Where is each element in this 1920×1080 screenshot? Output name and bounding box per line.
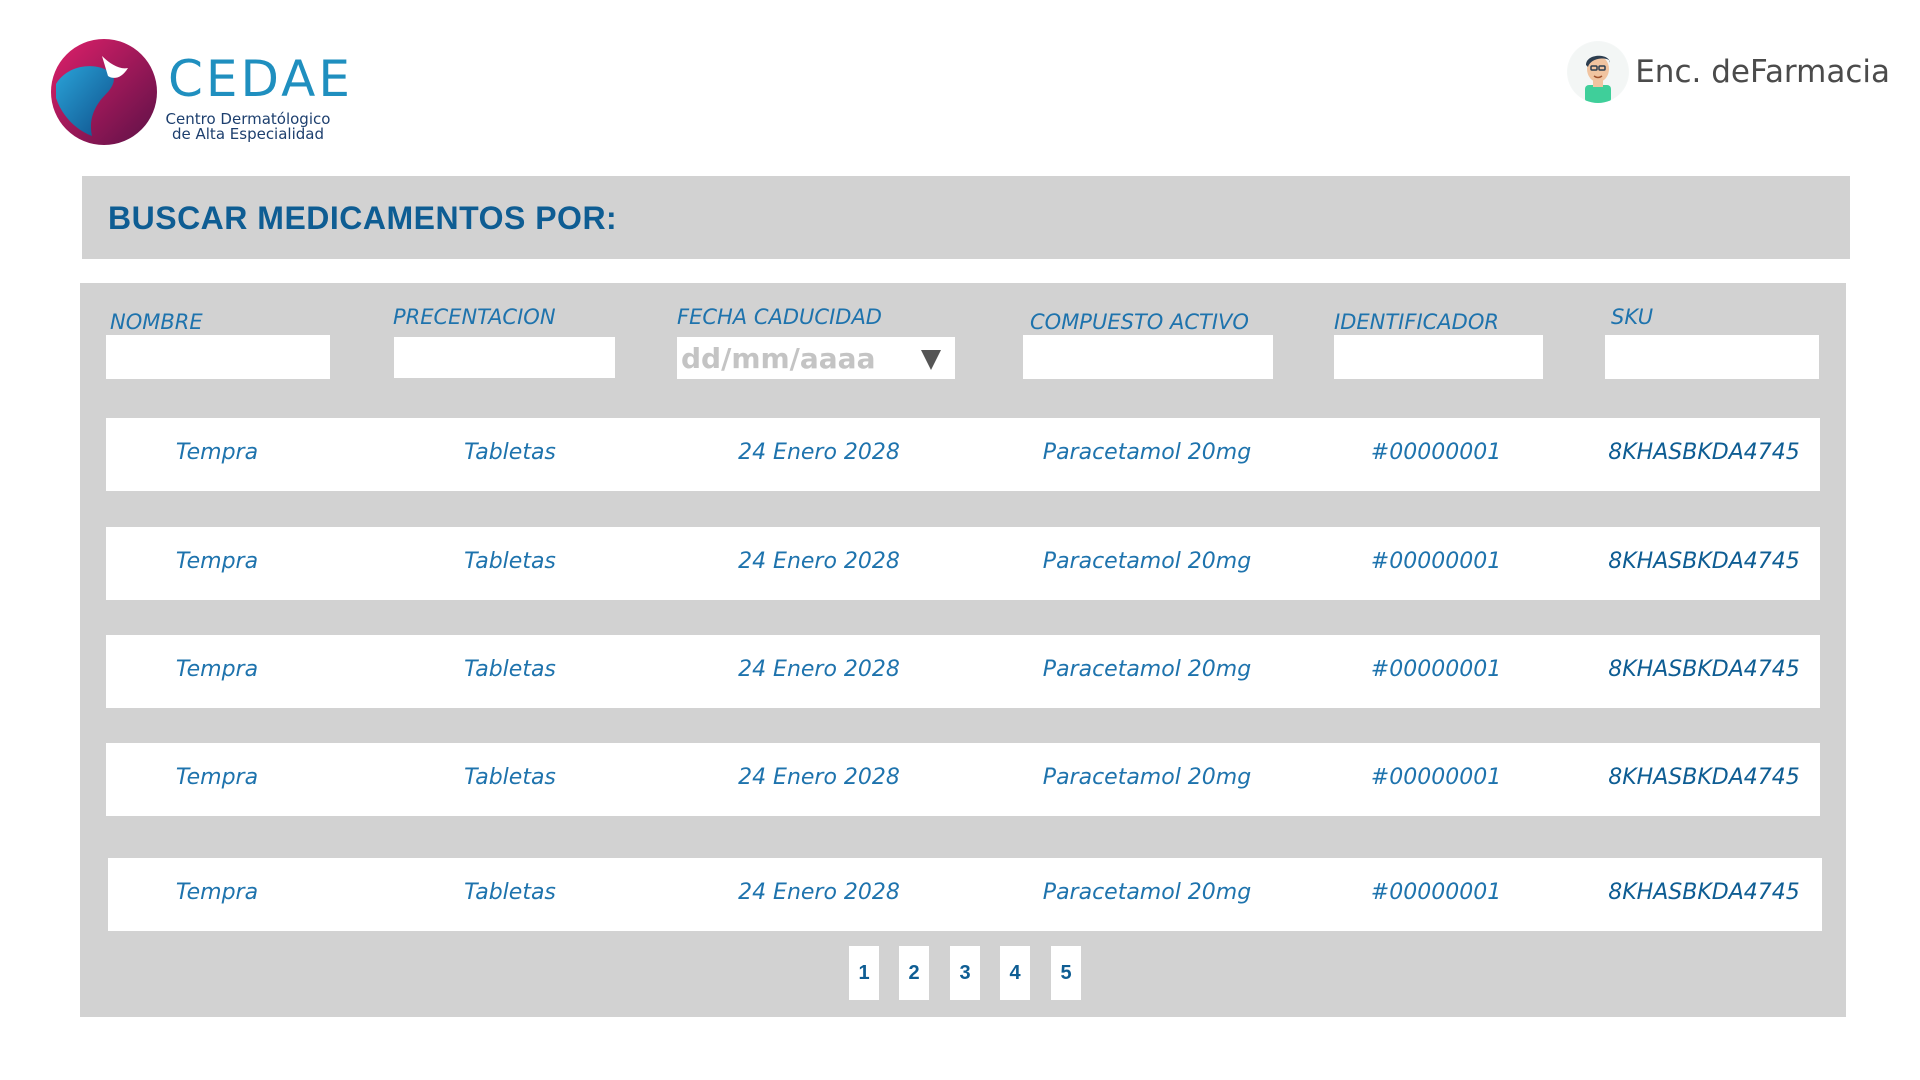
row-nombre: Tempra [175,765,259,790]
row-nombre: Tempra [175,440,259,465]
table-row[interactable]: Tempra Tabletas 24 Enero 2028 Paracetamo… [106,527,1820,600]
row-sku: 8KHASBKDA4745 [1608,549,1800,574]
row-nombre: Tempra [175,657,259,682]
brand-name: CEDAE [168,50,353,108]
filter-nombre-input[interactable] [106,335,330,379]
row-presentacion: Tabletas [464,440,556,465]
row-sku: 8KHASBKDA4745 [1608,765,1800,790]
cedae-logo: CEDAE Centro Dermatólogico de Alta Espec… [48,36,350,146]
row-nombre: Tempra [175,880,259,905]
filter-identificador-input[interactable] [1334,335,1543,379]
row-fecha: 24 Enero 2028 [738,549,900,574]
row-identificador: #00000001 [1370,657,1502,682]
row-compuesto: Paracetamol 20mg [1042,549,1252,574]
row-compuesto: Paracetamol 20mg [1042,440,1252,465]
row-presentacion: Tabletas [464,880,556,905]
row-compuesto: Paracetamol 20mg [1042,765,1252,790]
row-fecha: 24 Enero 2028 [738,440,900,465]
filter-fecha-input[interactable]: dd/mm/aaaa [677,337,955,379]
filter-label-presentacion: PRECENTACION [393,305,556,329]
row-sku: 8KHASBKDA4745 [1608,440,1800,465]
row-sku: 8KHASBKDA4745 [1608,657,1800,682]
row-nombre: Tempra [175,549,259,574]
brand-subtitle-line2: de Alta Especialidad [171,125,324,143]
row-fecha: 24 Enero 2028 [738,657,900,682]
row-sku: 8KHASBKDA4745 [1608,880,1800,905]
cedae-logo-icon [51,39,157,145]
filter-label-identificador: IDENTIFICADOR [1334,310,1499,334]
pagination: 1 2 3 4 5 [0,946,1920,1002]
page-button-2[interactable]: 2 [899,946,929,1000]
page-button-5[interactable]: 5 [1051,946,1081,1000]
page-button-3[interactable]: 3 [950,946,980,1000]
row-fecha: 24 Enero 2028 [738,880,900,905]
table-row[interactable]: Tempra Tabletas 24 Enero 2028 Paracetamo… [106,743,1820,816]
search-title: BUSCAR MEDICAMENTOS POR: [108,200,618,236]
person-avatar-icon [1567,41,1630,103]
row-identificador: #00000001 [1370,765,1502,790]
user-menu[interactable]: Enc. deFarmacia [1567,40,1890,104]
row-identificador: #00000001 [1370,549,1502,574]
filter-compuesto-input[interactable] [1023,335,1273,379]
dropdown-triangle-icon[interactable] [921,350,941,370]
filter-label-sku: SKU [1611,305,1654,329]
row-identificador: #00000001 [1370,440,1502,465]
table-row[interactable]: Tempra Tabletas 24 Enero 2028 Paracetamo… [106,418,1820,491]
row-presentacion: Tabletas [464,549,556,574]
search-header: BUSCAR MEDICAMENTOS POR: [82,176,1850,259]
row-presentacion: Tabletas [464,765,556,790]
row-compuesto: Paracetamol 20mg [1042,880,1252,905]
page-button-4[interactable]: 4 [1000,946,1030,1000]
table-row[interactable]: Tempra Tabletas 24 Enero 2028 Paracetamo… [106,635,1820,708]
user-name: Enc. deFarmacia [1635,54,1890,90]
filter-label-compuesto: COMPUESTO ACTIVO [1030,310,1249,334]
filter-label-fecha: FECHA CADUCIDAD [677,305,882,329]
filter-fecha-placeholder: dd/mm/aaaa [681,341,876,375]
page-button-1[interactable]: 1 [849,946,879,1000]
row-fecha: 24 Enero 2028 [738,765,900,790]
filter-label-nombre: NOMBRE [110,310,203,334]
filter-presentacion-input[interactable] [394,337,615,378]
filter-sku-input[interactable] [1605,335,1819,379]
brand-subtitle: Centro Dermatólogico de Alta Especialida… [158,112,338,142]
row-compuesto: Paracetamol 20mg [1042,657,1252,682]
row-presentacion: Tabletas [464,657,556,682]
row-identificador: #00000001 [1370,880,1502,905]
table-row[interactable]: Tempra Tabletas 24 Enero 2028 Paracetamo… [108,858,1822,931]
